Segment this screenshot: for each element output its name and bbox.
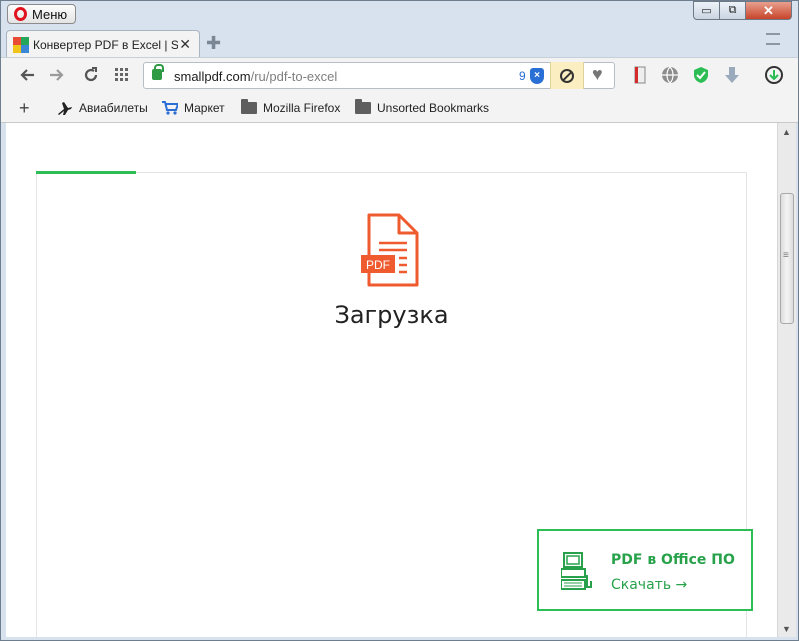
block-icon xyxy=(560,68,574,83)
pdf-file-icon: PDF xyxy=(361,213,419,287)
cart-icon xyxy=(162,101,178,115)
blocked-count: 9 xyxy=(519,69,526,83)
bookmark-heart-icon[interactable]: ♥ xyxy=(592,64,603,85)
desktop-computer-icon xyxy=(561,552,592,590)
navigation-toolbar: smallpdf.com/ru/pdf-to-excel 9 × ♥ xyxy=(1,57,798,93)
bookmark-folder-unsorted[interactable]: Unsorted Bookmarks xyxy=(355,99,489,115)
scroll-up-icon[interactable]: ▲ xyxy=(782,127,791,137)
download-arrow-icon[interactable] xyxy=(723,66,741,84)
tab-bar: Конвертер PDF в Excel | Sr ✕ ✚ xyxy=(1,27,798,58)
tab-active[interactable]: Конвертер PDF в Excel | Sr ✕ xyxy=(6,30,200,58)
bookmark-market[interactable]: Маркет xyxy=(162,101,225,115)
folder-icon xyxy=(241,99,257,114)
close-window-button[interactable]: ✕ xyxy=(746,1,792,20)
bookmark-folder-mozilla[interactable]: Mozilla Firefox xyxy=(241,99,340,115)
pdf-badge-text: PDF xyxy=(366,258,390,272)
window-controls: ▭ ⧉ ✕ xyxy=(693,1,792,20)
minimize-button[interactable]: ▭ xyxy=(693,1,720,20)
page-viewport: PDF Загрузка PDF в Office ПО Скачать → xyxy=(6,123,777,637)
globe-icon[interactable] xyxy=(661,66,679,84)
secure-lock-icon[interactable] xyxy=(152,64,164,80)
new-tab-icon[interactable]: ✚ xyxy=(206,33,221,54)
desktop-app-promo[interactable]: PDF в Office ПО Скачать → xyxy=(537,529,753,611)
smallpdf-favicon-icon xyxy=(13,36,29,53)
tab-title: Конвертер PDF в Excel | Sr xyxy=(33,37,178,52)
scrollbar-thumb[interactable] xyxy=(780,193,794,324)
add-bookmark-button[interactable]: + xyxy=(19,98,30,119)
upload-progress-bar xyxy=(36,171,136,174)
privacy-shield-icon[interactable]: × xyxy=(530,68,544,84)
bookmarks-bar: + Авиабилеты Маркет Mozilla Firefox Unso… xyxy=(1,93,798,123)
url-text[interactable]: smallpdf.com/ru/pdf-to-excel xyxy=(174,69,337,84)
download-link[interactable]: Скачать → xyxy=(611,577,687,593)
opera-menu-button[interactable]: Меню xyxy=(7,4,77,24)
speed-dial-icon[interactable] xyxy=(115,68,129,82)
ad-block-button[interactable] xyxy=(550,62,584,89)
tab-menu-icon[interactable] xyxy=(766,33,780,45)
forward-icon[interactable] xyxy=(49,68,65,82)
airplane-icon xyxy=(58,102,72,115)
address-bar[interactable]: smallpdf.com/ru/pdf-to-excel 9 × ♥ xyxy=(143,62,615,89)
back-icon[interactable] xyxy=(19,68,35,82)
title-bar: Меню ▭ ⧉ ✕ xyxy=(1,1,798,27)
reload-icon[interactable] xyxy=(83,67,99,83)
extension-book-icon[interactable] xyxy=(631,66,649,84)
menu-label: Меню xyxy=(32,6,68,22)
browser-window: Меню ▭ ⧉ ✕ Конвертер PDF в Excel | Sr ✕ … xyxy=(0,0,799,641)
bookmark-aviabilety[interactable]: Авиабилеты xyxy=(57,101,148,115)
folder-icon xyxy=(355,99,371,114)
tab-close-icon[interactable]: ✕ xyxy=(179,36,191,53)
vertical-scrollbar[interactable]: ▲ ▼ xyxy=(777,123,796,637)
promo-title: PDF в Office ПО xyxy=(611,552,735,568)
maximize-button[interactable]: ⧉ xyxy=(720,1,746,20)
security-shield-check-icon[interactable] xyxy=(692,66,710,84)
downloads-icon[interactable] xyxy=(765,66,783,84)
opera-logo-icon xyxy=(14,7,27,21)
upload-status-text: Загрузка xyxy=(334,301,449,329)
scroll-down-icon[interactable]: ▼ xyxy=(782,624,791,634)
